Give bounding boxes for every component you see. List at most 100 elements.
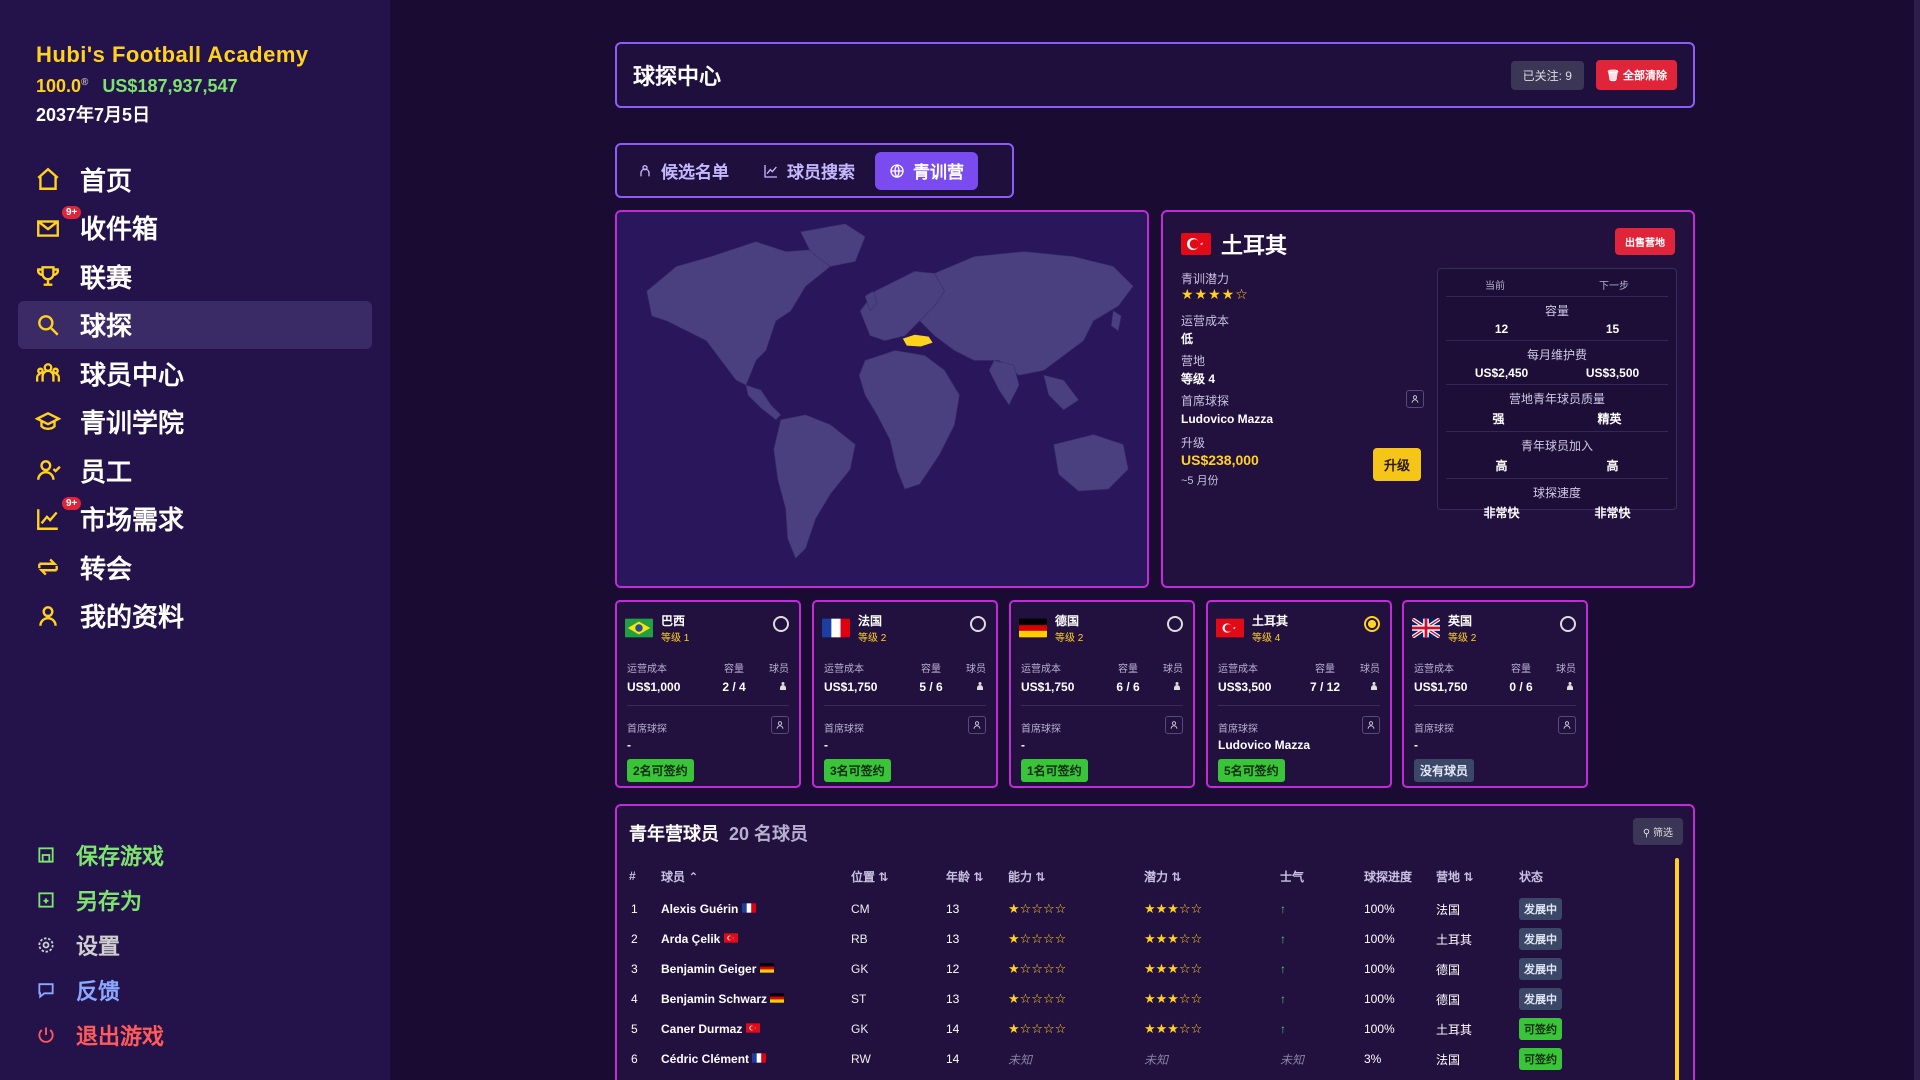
table-row[interactable]: 3 Benjamin Geiger GK 12 ★☆☆☆☆ ★★★☆☆ ↑ 10… [617,954,1667,984]
col-ability[interactable]: 能力 ⇅ [1008,858,1144,894]
camp-select-radio[interactable] [1364,616,1380,632]
person-icon [776,721,784,729]
tab-shortlist[interactable]: 候选名单 [623,152,743,190]
nav-item-profile[interactable]: 我的资料 [18,592,372,640]
card-cost: US$1,000 [627,680,681,694]
table-row[interactable]: 1 Alexis Guérin CM 13 ★☆☆☆☆ ★★★☆☆ ↑ 100%… [617,894,1667,924]
status-badge: 发展中 [1519,988,1562,1010]
page-title: 球探中心 [633,64,722,89]
table-scrollbar[interactable] [1675,858,1679,1080]
world-map[interactable] [615,210,1149,588]
save-game-button[interactable]: 保存游戏 [36,832,164,877]
sell-camp-button[interactable]: 出售营地 [1615,228,1675,255]
card-cost: US$1,750 [1021,680,1075,694]
graduation-icon [34,408,62,436]
camp-card-de[interactable]: 德国 等级 2 运营成本 容量 球员 US$1,750 6 / 6 首席球探 - 1名… [1009,600,1195,788]
cost-label: 运营成本 [1181,314,1230,328]
col-age[interactable]: 年龄 ⇅ [946,858,1008,894]
nav-item-staff[interactable]: 员工 [18,446,372,494]
players-icon[interactable] [956,680,986,694]
potential-label: 青训潜力 [1181,272,1230,286]
col-progress: 球探进度 [1364,869,1413,884]
row-num: 3 [631,962,638,976]
player-name-cell[interactable]: Caner Durmaz [661,1014,851,1044]
save-as-button[interactable]: 另存为 [36,877,164,922]
camp-cell: 法国 [1436,1052,1461,1067]
card-country: 德国 [1055,614,1080,628]
nav-item-inbox[interactable]: 9+ 收件箱 [18,204,372,252]
nav-label: 员工 [80,456,133,487]
page-scrollbar[interactable] [1914,0,1920,1080]
player-name-cell[interactable]: Cédric Clément [661,1044,851,1074]
col-camp[interactable]: 营地 ⇅ [1436,858,1519,894]
clear-all-button[interactable]: 🗑 全部清除 [1595,60,1677,90]
nav-item-transfers[interactable]: 转会 [18,543,372,591]
ability-cell: ★☆☆☆☆ [1008,991,1067,1006]
player-name-cell[interactable]: Arda Çelik [661,924,851,954]
card-scout-value: - [627,738,631,752]
upgrade-cost: US$238,000 [1181,452,1259,468]
chief-scout-value: Ludovico Mazza [1181,412,1274,426]
upgrade-comparison: 当前 下一步 容量 12 15 每月维护费 US$2,450 US$3,500 营地青… [1437,268,1677,520]
camp-select-radio[interactable] [1560,616,1576,632]
player-name-cell[interactable]: Benjamin Schwarz [661,984,851,1014]
nav-item-player-center[interactable]: 球员中心 [18,349,372,397]
trophy-icon [34,262,62,290]
nav-item-market[interactable]: 9+ 市场需求 [18,495,372,543]
assign-scout-button[interactable] [968,716,986,734]
col-potential[interactable]: 潜力 ⇅ [1144,858,1280,894]
card-level: 等级 2 [1055,633,1084,644]
nav-item-league[interactable]: 联赛 [18,252,372,300]
tab-youth-camp[interactable]: 青训营 [875,151,978,190]
card-divider [1218,705,1380,706]
staff-icon [34,456,62,484]
assign-scout-button[interactable] [1362,716,1380,734]
settings-button[interactable]: 设置 [36,922,164,967]
table-row[interactable]: 5 Caner Durmaz GK 14 ★☆☆☆☆ ★★★☆☆ ↑ 100% … [617,1014,1667,1044]
camp-card-br[interactable]: 巴西 等级 1 运营成本 容量 球员 US$1,000 2 / 4 首席球探 - 2名… [615,600,801,788]
table-row[interactable]: 6 Cédric Clément RW 14 未知 未知 未知 3% 法国 可签… [617,1044,1667,1074]
tab-player-search[interactable]: 球员搜索 [749,152,869,190]
camp-card-fr[interactable]: 法国 等级 2 运营成本 容量 球员 US$1,750 5 / 6 首席球探 - 3名… [812,600,998,788]
table-row[interactable]: 2 Arda Çelik RB 13 ★☆☆☆☆ ★★★☆☆ ↑ 100% 土耳… [617,924,1667,954]
assign-scout-button[interactable] [1165,716,1183,734]
players-icon[interactable] [1546,680,1576,694]
table-row[interactable]: 4 Benjamin Schwarz ST 13 ★☆☆☆☆ ★★★☆☆ ↑ 1… [617,984,1667,1014]
reputation-icon: ® [81,77,89,88]
turkey-flag-icon [1181,233,1211,255]
upgrade-button[interactable]: 升级 [1373,448,1422,481]
camp-select-radio[interactable] [1167,616,1183,632]
camp-card-gb[interactable]: 英国 等级 2 运营成本 容量 球员 US$1,750 0 / 6 首席球探 - 没有… [1402,600,1588,788]
filter-button[interactable]: ⚲ 筛选 [1632,818,1683,845]
camp-detail-panel: 土耳其 出售营地 青训潜力 ★★★★☆ 运营成本 低 营地 等级 4 首席球探 … [1161,210,1695,588]
nav-item-scouting[interactable]: 球探 [18,300,372,349]
card-scout-value: Ludovico Mazza [1218,738,1311,752]
players-icon[interactable] [1350,680,1380,694]
feedback-button[interactable]: 反馈 [36,967,164,1012]
assign-scout-button[interactable] [1406,390,1424,408]
ability-cell: ★☆☆☆☆ [1008,901,1067,916]
card-flag [1412,618,1440,638]
players-icon[interactable] [1153,680,1183,694]
camp-select-radio[interactable] [970,616,986,632]
nav-item-academy[interactable]: 青训学院 [18,398,372,446]
tr-flag-icon [1216,618,1244,638]
player-name-cell[interactable]: Alexis Guérin [661,894,851,924]
status-cell: 可签约 [1519,1044,1667,1074]
camp-select-radio[interactable] [773,616,789,632]
quit-game-button[interactable]: 退出游戏 [36,1012,164,1057]
card-scout-value: - [1414,738,1418,752]
nav-item-home[interactable]: 首页 [18,155,372,203]
comparison-row: 球探速度 非常快 非常快 [1446,478,1668,521]
col-player[interactable]: 球员 ⌃ [661,858,851,894]
player-name-cell[interactable]: Benjamin Geiger [661,954,851,984]
assign-scout-button[interactable] [1558,716,1576,734]
nav-label: 收件箱 [80,214,159,244]
potential-cell: ★★★☆☆ [1144,901,1203,916]
camp-card-tr[interactable]: 土耳其 等级 4 运营成本 容量 球员 US$3,500 7 / 12 首席球探 Lu… [1206,600,1392,788]
players-icon[interactable] [759,680,789,694]
bottom-nav: 保存游戏 另存为 设置 反馈 退出游戏 [36,832,164,1057]
assign-scout-button[interactable] [771,716,789,734]
col-position[interactable]: 位置 ⇅ [851,858,946,894]
save-game-label: 保存游戏 [76,843,165,869]
